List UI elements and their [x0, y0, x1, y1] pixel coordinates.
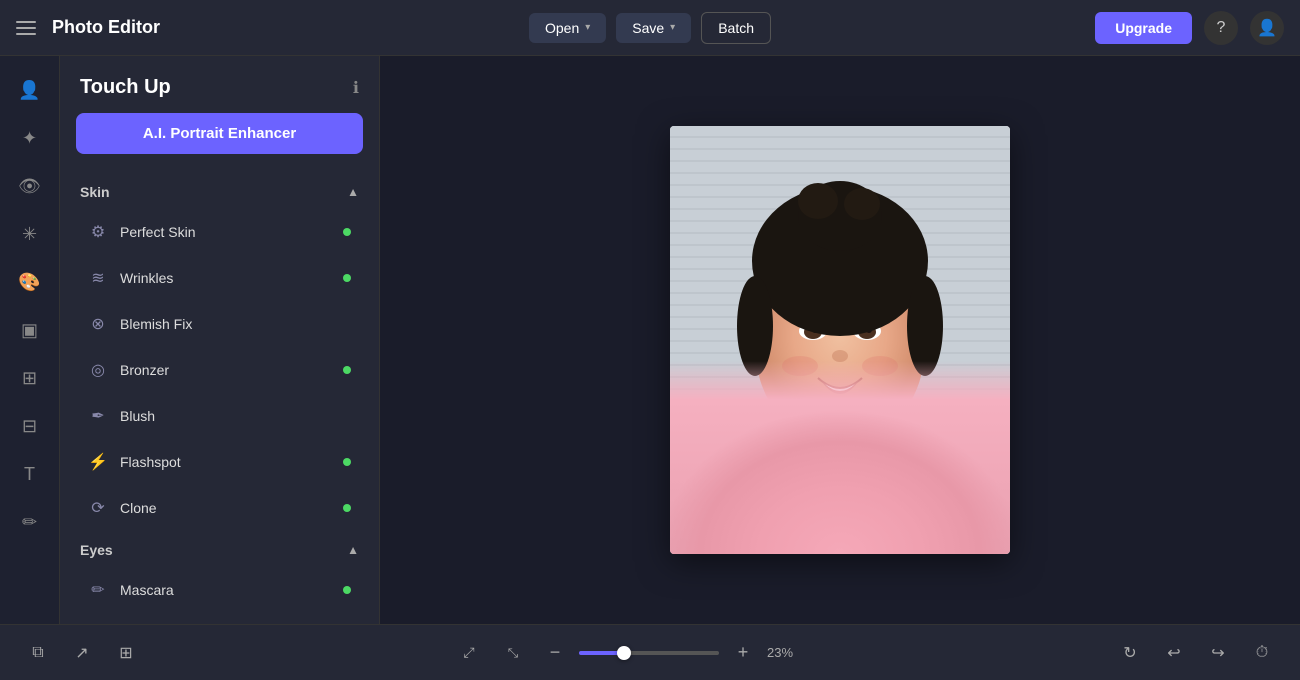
layers-tool-button[interactable]: ⧉ — [20, 635, 56, 671]
blush-icon: ✒ — [88, 406, 108, 426]
tool-item-wrinkles[interactable]: ≋ Wrinkles — [68, 256, 371, 300]
sidebar-item-objects[interactable]: ⊞ — [8, 356, 52, 400]
topbar-right-actions: Upgrade ? 👤 — [1095, 11, 1284, 45]
tool-item-clone[interactable]: ⟳ Clone — [68, 486, 371, 530]
undo-button[interactable]: ↩ — [1156, 635, 1192, 671]
canvas-area: © AI Photo — [380, 56, 1300, 624]
topbar: Photo Editor Open ▾ Save ▾ Batch Upgrade… — [0, 0, 1300, 56]
zoom-percent-label: 23% — [767, 645, 805, 660]
wrinkles-icon: ≋ — [88, 268, 108, 288]
blemish-fix-icon: ⊗ — [88, 314, 108, 334]
photo-container: © AI Photo — [670, 126, 1010, 554]
sidebar-item-adjustments[interactable]: ✦ — [8, 116, 52, 160]
bottom-center-zoom: ⤢ ⤡ − + 23% — [451, 635, 805, 671]
sidebar-item-layers[interactable]: ▣ — [8, 308, 52, 352]
export-tool-button[interactable]: ↗ — [64, 635, 100, 671]
skin-section-title: Skin — [80, 184, 110, 200]
menu-icon[interactable] — [16, 16, 40, 40]
zoom-slider[interactable] — [579, 651, 719, 655]
topbar-center-actions: Open ▾ Save ▾ Batch — [529, 12, 771, 44]
tool-item-flashspot[interactable]: ⚡ Flashspot — [68, 440, 371, 484]
wrinkles-active-dot — [343, 274, 351, 282]
photo-canvas: © AI Photo — [670, 126, 1010, 554]
save-chevron-icon: ▾ — [670, 22, 675, 33]
bronzer-active-dot — [343, 366, 351, 374]
tool-item-bronzer[interactable]: ◎ Bronzer — [68, 348, 371, 392]
refresh-button[interactable]: ↻ — [1112, 635, 1148, 671]
clone-active-dot — [343, 504, 351, 512]
tool-item-perfect-skin[interactable]: ⚙ Perfect Skin — [68, 210, 371, 254]
tool-item-blemish-fix[interactable]: ⊗ Blemish Fix — [68, 302, 371, 346]
user-icon[interactable]: 👤 — [1250, 11, 1284, 45]
touch-up-title: Touch Up — [80, 76, 171, 99]
zoom-out-button[interactable]: − — [539, 637, 571, 669]
fit-screen-button[interactable]: ⤢ — [451, 635, 487, 671]
bottom-right-history: ↻ ↩ ↪ ⏱ — [1112, 635, 1280, 671]
mascara-active-dot — [343, 586, 351, 594]
sidebar-item-text[interactable]: T — [8, 452, 52, 496]
touch-up-header: Touch Up ℹ — [60, 56, 379, 113]
mascara-icon: ✏ — [88, 580, 108, 600]
sidebar-item-effects[interactable]: ✳ — [8, 212, 52, 256]
help-icon[interactable]: ? — [1204, 11, 1238, 45]
batch-button[interactable]: Batch — [701, 12, 771, 44]
perfect-skin-active-dot — [343, 228, 351, 236]
zoom-slider-thumb[interactable] — [617, 646, 631, 660]
open-chevron-icon: ▾ — [585, 22, 590, 33]
sidebar-item-eye[interactable]: 👁 — [8, 164, 52, 208]
bottom-left-tools: ⧉ ↗ ⊞ — [20, 635, 144, 671]
ai-portrait-enhancer-button[interactable]: A.I. Portrait Enhancer — [76, 113, 363, 154]
history-button[interactable]: ⏱ — [1244, 635, 1280, 671]
clone-icon: ⟳ — [88, 498, 108, 518]
main-area: 👤 ✦ 👁 ✳ 🎨 ▣ ⊞ ⊟ T ✏ Touch Up ℹ A.I. Port… — [0, 56, 1300, 624]
grid-tool-button[interactable]: ⊞ — [108, 635, 144, 671]
skin-section-header[interactable]: Skin ▲ — [60, 174, 379, 208]
tool-item-eye-color[interactable]: ◉ Eye Color — [68, 614, 371, 624]
eyes-collapse-icon: ▲ — [347, 543, 359, 557]
flashspot-active-dot — [343, 458, 351, 466]
sidebar-item-draw[interactable]: ✏ — [8, 500, 52, 544]
sidebar-item-portrait[interactable]: 👤 — [8, 68, 52, 112]
open-button[interactable]: Open ▾ — [529, 13, 606, 43]
sidebar-item-frames[interactable]: ⊟ — [8, 404, 52, 448]
shrink-button[interactable]: ⤡ — [495, 635, 531, 671]
flashspot-icon: ⚡ — [88, 452, 108, 472]
save-button[interactable]: Save ▾ — [616, 13, 691, 43]
bronzer-icon: ◎ — [88, 360, 108, 380]
upgrade-button[interactable]: Upgrade — [1095, 12, 1192, 44]
sidebar-item-art[interactable]: 🎨 — [8, 260, 52, 304]
icon-sidebar: 👤 ✦ 👁 ✳ 🎨 ▣ ⊞ ⊟ T ✏ — [0, 56, 60, 624]
eyes-section-header[interactable]: Eyes ▲ — [60, 532, 379, 566]
redo-button[interactable]: ↪ — [1200, 635, 1236, 671]
info-icon[interactable]: ℹ — [353, 78, 359, 98]
app-title: Photo Editor — [52, 17, 160, 38]
bottombar: ⧉ ↗ ⊞ ⤢ ⤡ − + 23% ↻ ↩ ↪ ⏱ — [0, 624, 1300, 680]
skin-collapse-icon: ▲ — [347, 185, 359, 199]
tool-item-blush[interactable]: ✒ Blush — [68, 394, 371, 438]
eyes-section-title: Eyes — [80, 542, 113, 558]
perfect-skin-icon: ⚙ — [88, 222, 108, 242]
tool-panel: Touch Up ℹ A.I. Portrait Enhancer Skin ▲… — [60, 56, 380, 624]
svg-text:© AI Photo: © AI Photo — [915, 539, 954, 548]
zoom-in-button[interactable]: + — [727, 637, 759, 669]
tool-item-mascara[interactable]: ✏ Mascara — [68, 568, 371, 612]
